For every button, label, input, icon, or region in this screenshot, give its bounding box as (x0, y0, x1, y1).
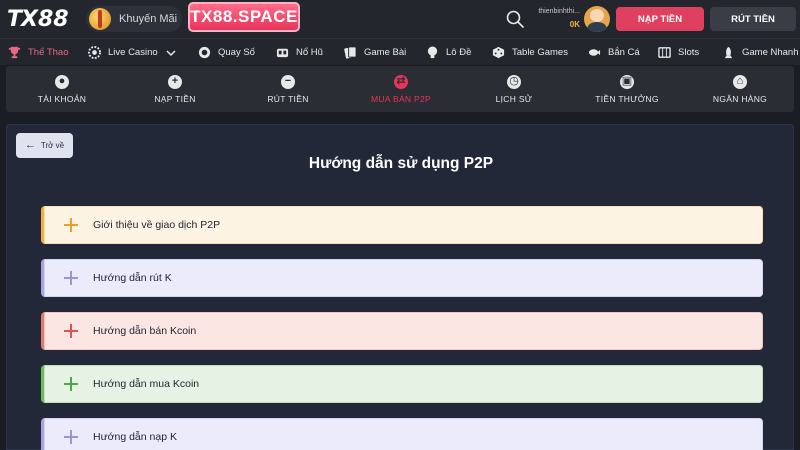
account-nav-label: RÚT TIỀN (267, 93, 309, 104)
category-item-lo-de[interactable]: Lô Đề (426, 39, 471, 66)
category-label: Game Nhanh (742, 47, 799, 58)
category-item-ban-ca[interactable]: Bắn Cá (588, 39, 640, 66)
casino-chip-icon (88, 46, 101, 59)
guide-label: Hướng dẫn rút K (93, 272, 172, 284)
avatar[interactable] (584, 6, 610, 32)
category-label: Bắn Cá (608, 47, 640, 58)
brand-banner[interactable]: TX88.SPACE (188, 2, 300, 32)
account-nav: ● TÀI KHOẢN + NẠP TIỀN − RÚT TIỀN ⇄ MUA … (6, 66, 794, 112)
guide-label: Hướng dẫn bán Kcoin (93, 325, 197, 337)
category-label: Lô Đề (446, 47, 472, 58)
dice-icon (492, 46, 505, 59)
gift-box-icon (89, 8, 111, 30)
fish-icon (588, 49, 601, 56)
account-nav-label: LỊCH SỬ (495, 93, 533, 104)
guide-item-intro[interactable]: Giới thiệu về giao dịch P2P (41, 206, 763, 244)
promotion-button[interactable]: Khuyến Mãi (86, 6, 182, 32)
category-item-the-thao[interactable]: Thể Thao (8, 39, 69, 66)
user-balance: 0K (569, 20, 580, 29)
plus-icon (64, 271, 78, 285)
guide-item-sell-kcoin[interactable]: Hướng dẫn bán Kcoin (41, 312, 763, 350)
account-nav-lich-su[interactable]: ◷ LỊCH SỬ (458, 66, 570, 112)
account-nav-nap-tien[interactable]: + NẠP TIỀN (119, 66, 231, 112)
rocket-icon (724, 46, 733, 59)
clock-icon: ◷ (507, 74, 521, 89)
exchange-icon: ⇄ (394, 74, 408, 89)
category-label: Slots (678, 47, 700, 58)
guide-label: Giới thiệu về giao dịch P2P (93, 219, 221, 231)
account-nav-tien-thuong[interactable]: ▣ TIỀN THƯỞNG (571, 66, 683, 112)
bank-icon: ⌂ (733, 74, 747, 89)
category-item-table-games[interactable]: Table Games (492, 39, 568, 66)
slot-pot-icon (276, 48, 289, 58)
account-nav-rut-tien[interactable]: − RÚT TIỀN (232, 66, 344, 112)
back-label: Trở về (40, 141, 65, 150)
cards-icon (344, 46, 357, 59)
category-label: Nổ Hũ (296, 47, 323, 58)
trophy-icon (8, 46, 21, 59)
arrow-left-icon: ← (24, 139, 36, 151)
minus-circle-icon: − (281, 74, 295, 89)
category-item-game-nhanh[interactable]: Game Nhanh (722, 39, 799, 66)
search-icon[interactable] (506, 10, 524, 28)
chevron-down-icon (166, 49, 176, 56)
withdraw-button[interactable]: RÚT TIỀN (710, 7, 796, 31)
slot-machine-icon (658, 47, 671, 58)
account-nav-mua-ban-p2p[interactable]: ⇄ MUA BÁN P2P (345, 66, 457, 112)
page-title: Hướng dẫn sử dụng P2P (308, 155, 494, 172)
guide-label: Hướng dẫn nạp K (93, 431, 177, 443)
category-label: Table Games (512, 47, 568, 58)
plus-icon (64, 218, 78, 232)
category-item-slots[interactable]: Slots (658, 39, 699, 66)
category-nav: Thể Thao Live Casino Quay Số Nổ Hũ Game … (0, 38, 800, 65)
logo-text: TX (7, 6, 38, 32)
lottery-ball-icon (198, 46, 211, 59)
p2p-guide-panel: ← Trở về Hướng dẫn sử dụng P2P Giới thiệ… (6, 124, 794, 450)
promotion-label: Khuyến Mãi (119, 13, 178, 25)
category-item-quay-so[interactable]: Quay Số (198, 39, 255, 66)
plus-icon (64, 430, 78, 444)
account-nav-label: TIỀN THƯỞNG (595, 93, 659, 104)
top-bar: TX 88 Khuyến Mãi TX88.SPACE thienbinhthi… (0, 0, 800, 38)
guide-label: Hướng dẫn mua Kcoin (93, 378, 200, 390)
plus-circle-icon: + (168, 74, 182, 89)
gift-icon: ▣ (620, 74, 634, 89)
account-nav-label: NGÂN HÀNG (712, 93, 768, 104)
deposit-button[interactable]: NẠP TIỀN (616, 7, 704, 31)
user-profile[interactable]: thienbinhthi... 0K (534, 6, 610, 32)
guide-item-buy-kcoin[interactable]: Hướng dẫn mua Kcoin (41, 365, 763, 403)
user-circle-icon: ● (55, 74, 69, 89)
plus-icon (64, 324, 78, 338)
category-label: Game Bài (364, 47, 407, 58)
plus-icon (64, 377, 78, 391)
category-label: Live Casino (108, 47, 158, 58)
account-nav-label: MUA BÁN P2P (371, 93, 431, 104)
category-label: Quay Số (218, 47, 255, 58)
category-item-live-casino[interactable]: Live Casino (88, 39, 176, 66)
user-name: thienbinhthi... (538, 8, 580, 15)
guide-item-deposit-k[interactable]: Hướng dẫn nạp K (41, 418, 763, 450)
guide-item-withdraw-k[interactable]: Hướng dẫn rút K (41, 259, 763, 297)
logo-number: 88 (37, 6, 69, 32)
category-item-no-hu[interactable]: Nổ Hũ (276, 39, 323, 66)
account-nav-ngan-hang[interactable]: ⌂ NGÂN HÀNG (684, 66, 796, 112)
account-nav-label: TÀI KHOẢN (37, 93, 87, 104)
number-ball-icon (427, 46, 438, 59)
site-logo[interactable]: TX 88 (7, 5, 69, 33)
category-label: Thể Thao (28, 47, 69, 58)
account-nav-tai-khoan[interactable]: ● TÀI KHOẢN (6, 66, 118, 112)
account-nav-label: NẠP TIỀN (154, 93, 196, 104)
category-item-game-bai[interactable]: Game Bài (344, 39, 406, 66)
